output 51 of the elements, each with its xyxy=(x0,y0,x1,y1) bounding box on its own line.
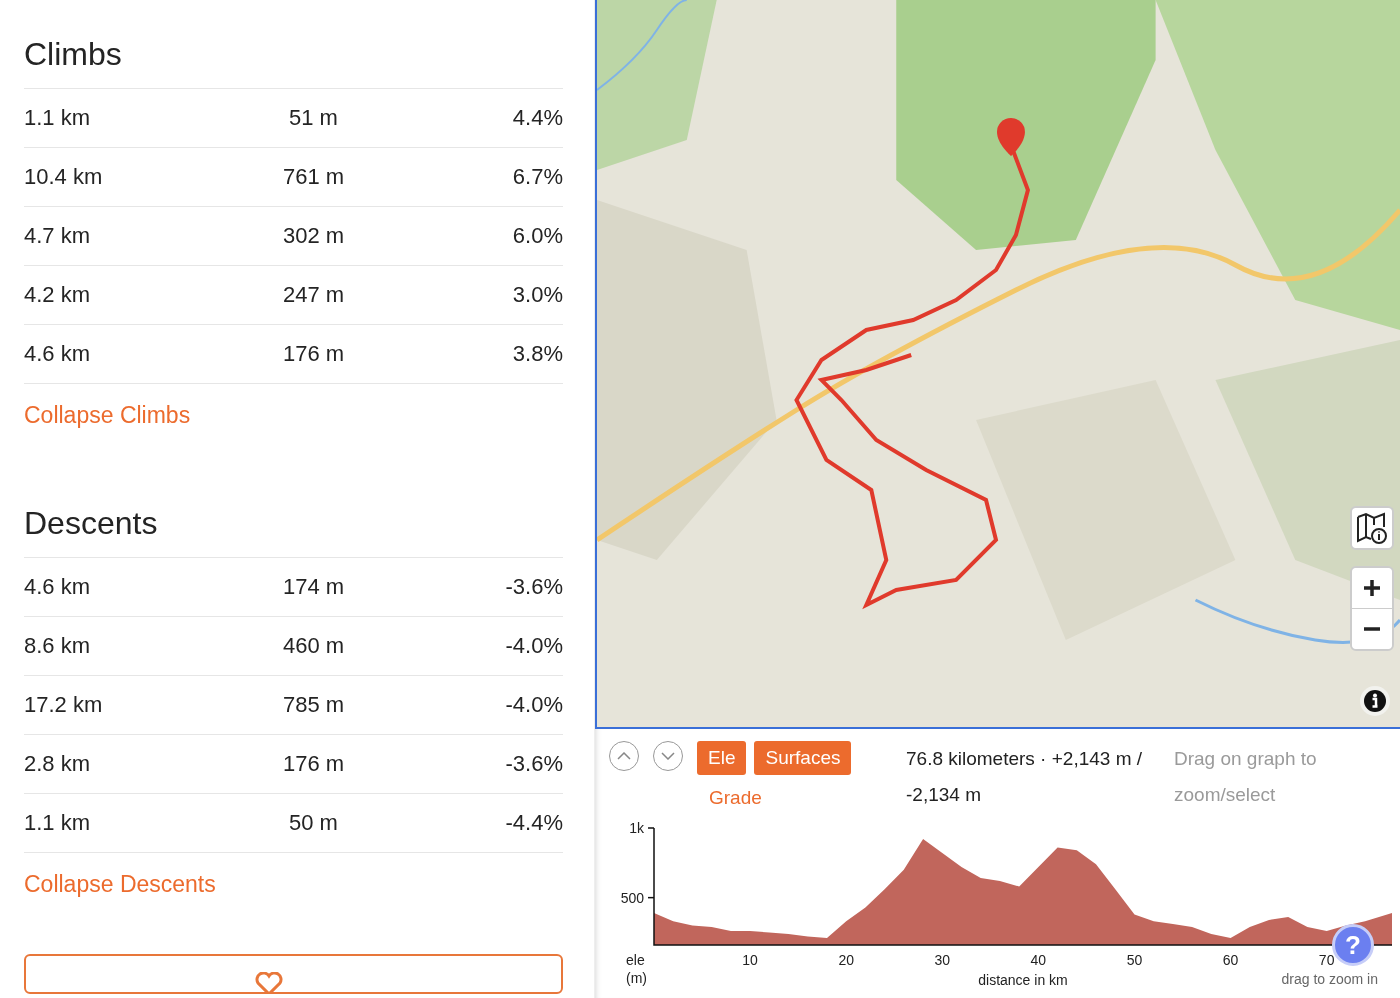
table-cell-text: 17.2 km xyxy=(24,692,104,718)
table-cell-text: 8.6 km xyxy=(24,633,92,659)
route-summary: 76.8 kilometers · +2,143 m / -2,134 m xyxy=(906,747,1144,807)
graph-tab[interactable]: Grade xyxy=(697,785,762,811)
collapse-link[interactable]: Collapse Descents xyxy=(24,871,216,898)
axis-tick-label: 50 xyxy=(1126,952,1143,968)
table-cell-text: -4.4% xyxy=(504,810,563,836)
collapse-link[interactable]: Collapse Climbs xyxy=(24,402,191,429)
section-title: Climbs xyxy=(24,36,123,72)
axis-tick-label: 60 xyxy=(1222,952,1239,968)
axis-tick-label: 500 xyxy=(620,889,644,906)
table-cell-text: -3.6% xyxy=(504,751,563,777)
table-cell-text: 247 m xyxy=(281,282,346,308)
table-cell-text: 3.8% xyxy=(511,341,563,367)
table-cell-text: 4.2 km xyxy=(24,282,92,308)
table-cell-text: 3.0% xyxy=(511,282,563,308)
table-cell-text: 1.1 km xyxy=(24,105,92,131)
table-cell-text: 4.4% xyxy=(511,105,563,131)
table-cell-text: 302 m xyxy=(281,223,346,249)
graph-tab[interactable]: Ele xyxy=(697,741,747,775)
table-cell-text: 1.1 km xyxy=(24,810,92,836)
axis-tick-label: 70 xyxy=(1318,952,1335,968)
table-cell-text: 176 m xyxy=(281,341,346,367)
axis-tick-label: 30 xyxy=(934,952,951,968)
table-cell-text: -4.0% xyxy=(504,633,563,659)
zoom-hint: drag to zoom in xyxy=(1281,971,1378,987)
axis-tick-label: 20 xyxy=(838,952,854,968)
axis-tick-label: 40 xyxy=(1030,952,1047,968)
table-cell-text: 4.6 km xyxy=(24,574,92,600)
section-title: Descents xyxy=(24,505,159,541)
table-cell-text: 176 m xyxy=(281,751,346,777)
axis-tick-label: 1k xyxy=(629,820,644,836)
table-cell-text: -3.6% xyxy=(504,574,563,600)
table-cell-text: -4.0% xyxy=(504,692,563,718)
graph-hint: Drag on graph to zoom/select xyxy=(1174,747,1318,807)
graph-tab[interactable]: Surfaces xyxy=(754,741,852,775)
table-cell-text: 4.6 km xyxy=(24,341,92,367)
table-cell-text: 785 m xyxy=(281,692,346,718)
table-cell-text: 460 m xyxy=(281,633,346,659)
table-cell-text: 6.7% xyxy=(511,164,563,190)
axis-title: distance in km xyxy=(978,972,1068,988)
table-cell-text: 50 m xyxy=(288,810,339,836)
table-cell-text: 4.7 km xyxy=(24,223,92,249)
axis-tick-label: 10 xyxy=(742,952,758,968)
table-cell-text: 761 m xyxy=(281,164,346,190)
table-cell-text: 6.0% xyxy=(511,223,563,249)
table-cell-text: 51 m xyxy=(288,105,339,131)
table-cell-text: 2.8 km xyxy=(24,751,92,777)
table-cell-text: 10.4 km xyxy=(24,164,104,190)
axis-title: ele (m) xyxy=(626,952,647,986)
table-cell-text: 174 m xyxy=(281,574,346,600)
